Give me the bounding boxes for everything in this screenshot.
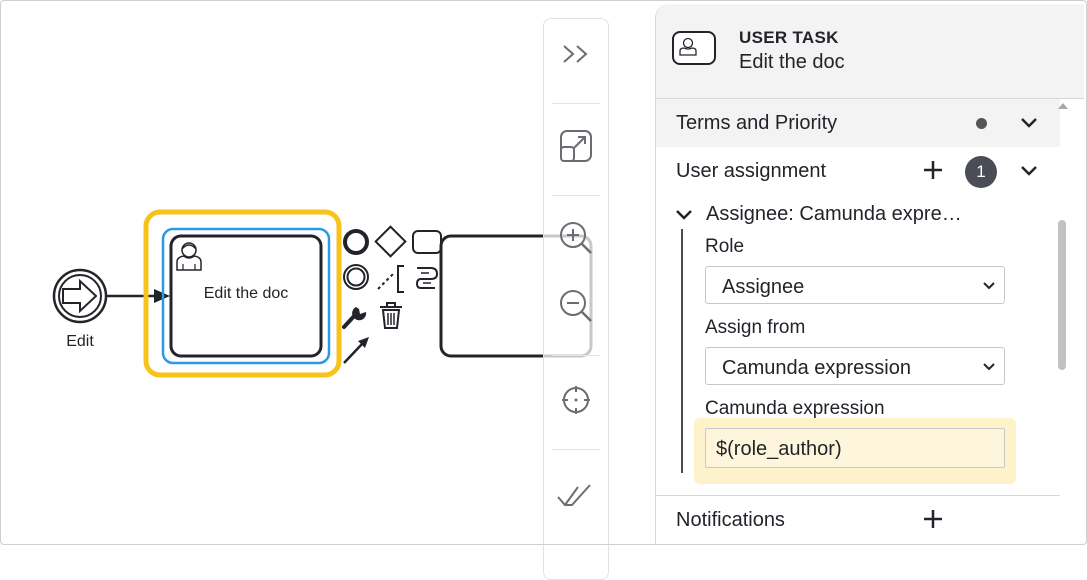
user-task-icon xyxy=(672,31,716,65)
group-terms-and-priority[interactable]: Terms and Priority xyxy=(656,99,1060,148)
expression-label: Camunda expression xyxy=(705,398,885,419)
double-check-icon xyxy=(557,484,591,507)
role-select-value: Assignee xyxy=(722,276,805,298)
data-marker-dot xyxy=(976,118,987,129)
toolbar-separator xyxy=(552,195,600,196)
group-title: Terms and Priority xyxy=(676,112,838,134)
toolbar-separator xyxy=(552,103,600,104)
plus-icon[interactable] xyxy=(922,159,944,181)
chevron-down-icon[interactable] xyxy=(1018,161,1040,179)
change-type-icon[interactable] xyxy=(415,267,439,289)
double-chevron-right-icon xyxy=(563,45,588,63)
assign-from-select[interactable]: Camunda expression xyxy=(705,347,1005,385)
wrench-icon[interactable] xyxy=(342,307,367,329)
count-badge: 1 xyxy=(965,156,997,188)
collapse-panel-button[interactable] xyxy=(544,19,608,89)
entry-title: Assignee: Camunda expre… xyxy=(706,203,962,225)
zoom-in-button[interactable] xyxy=(544,203,608,273)
canvas-toolbar xyxy=(543,18,609,580)
entry-indent-line xyxy=(681,229,683,473)
connect-arrow-icon[interactable] xyxy=(343,337,369,364)
append-text-annotation-icon[interactable] xyxy=(377,265,404,293)
toolbar-separator xyxy=(552,355,600,356)
assign-from-select-value: Camunda expression xyxy=(722,357,911,379)
chevron-down-icon xyxy=(983,282,995,290)
toolbar-separator xyxy=(552,449,600,450)
plus-icon[interactable] xyxy=(922,508,944,530)
append-intermediate-event-icon[interactable] xyxy=(343,264,369,290)
zoom-out-icon xyxy=(560,290,592,322)
zoom-in-icon xyxy=(560,222,592,254)
append-end-event-icon[interactable] xyxy=(343,229,369,255)
group-title: Notifications xyxy=(676,509,785,531)
fit-view-icon xyxy=(560,130,592,162)
assignee-entry-header[interactable]: Assignee: Camunda expre… xyxy=(674,199,1054,231)
assign-from-label: Assign from xyxy=(705,317,806,338)
role-label: Role xyxy=(705,236,745,257)
reset-view-button[interactable] xyxy=(544,365,608,435)
scroll-up-arrow-icon[interactable] xyxy=(1057,102,1069,110)
zoom-out-button[interactable] xyxy=(544,271,608,341)
group-title: User assignment xyxy=(676,160,827,182)
start-event-label: Edit xyxy=(66,333,94,350)
chevron-down-icon[interactable] xyxy=(1018,113,1040,131)
task-label: Edit the doc xyxy=(203,285,289,302)
group-notifications[interactable]: Notifications xyxy=(656,495,1060,544)
chevron-down-icon[interactable] xyxy=(674,207,694,223)
validate-button[interactable] xyxy=(544,461,608,531)
start-event[interactable] xyxy=(52,268,108,324)
append-task-icon[interactable] xyxy=(412,230,442,254)
chevron-down-icon xyxy=(983,363,995,371)
trash-icon[interactable] xyxy=(380,302,402,329)
properties-panel: USER TASK Edit the doc Terms and Priorit… xyxy=(655,4,1084,545)
scrollbar-thumb[interactable] xyxy=(1058,220,1066,370)
panel-header: USER TASK Edit the doc xyxy=(656,4,1084,99)
crosshair-icon xyxy=(562,386,590,414)
element-name: Edit the doc xyxy=(739,51,845,73)
expression-input[interactable]: $(role_author) xyxy=(705,428,1005,468)
role-select[interactable]: Assignee xyxy=(705,266,1005,304)
append-gateway-icon[interactable] xyxy=(374,225,407,258)
fit-viewport-button[interactable] xyxy=(544,111,608,181)
element-type: USER TASK xyxy=(739,28,839,47)
group-user-assignment[interactable]: User assignment 1 xyxy=(656,147,1060,195)
